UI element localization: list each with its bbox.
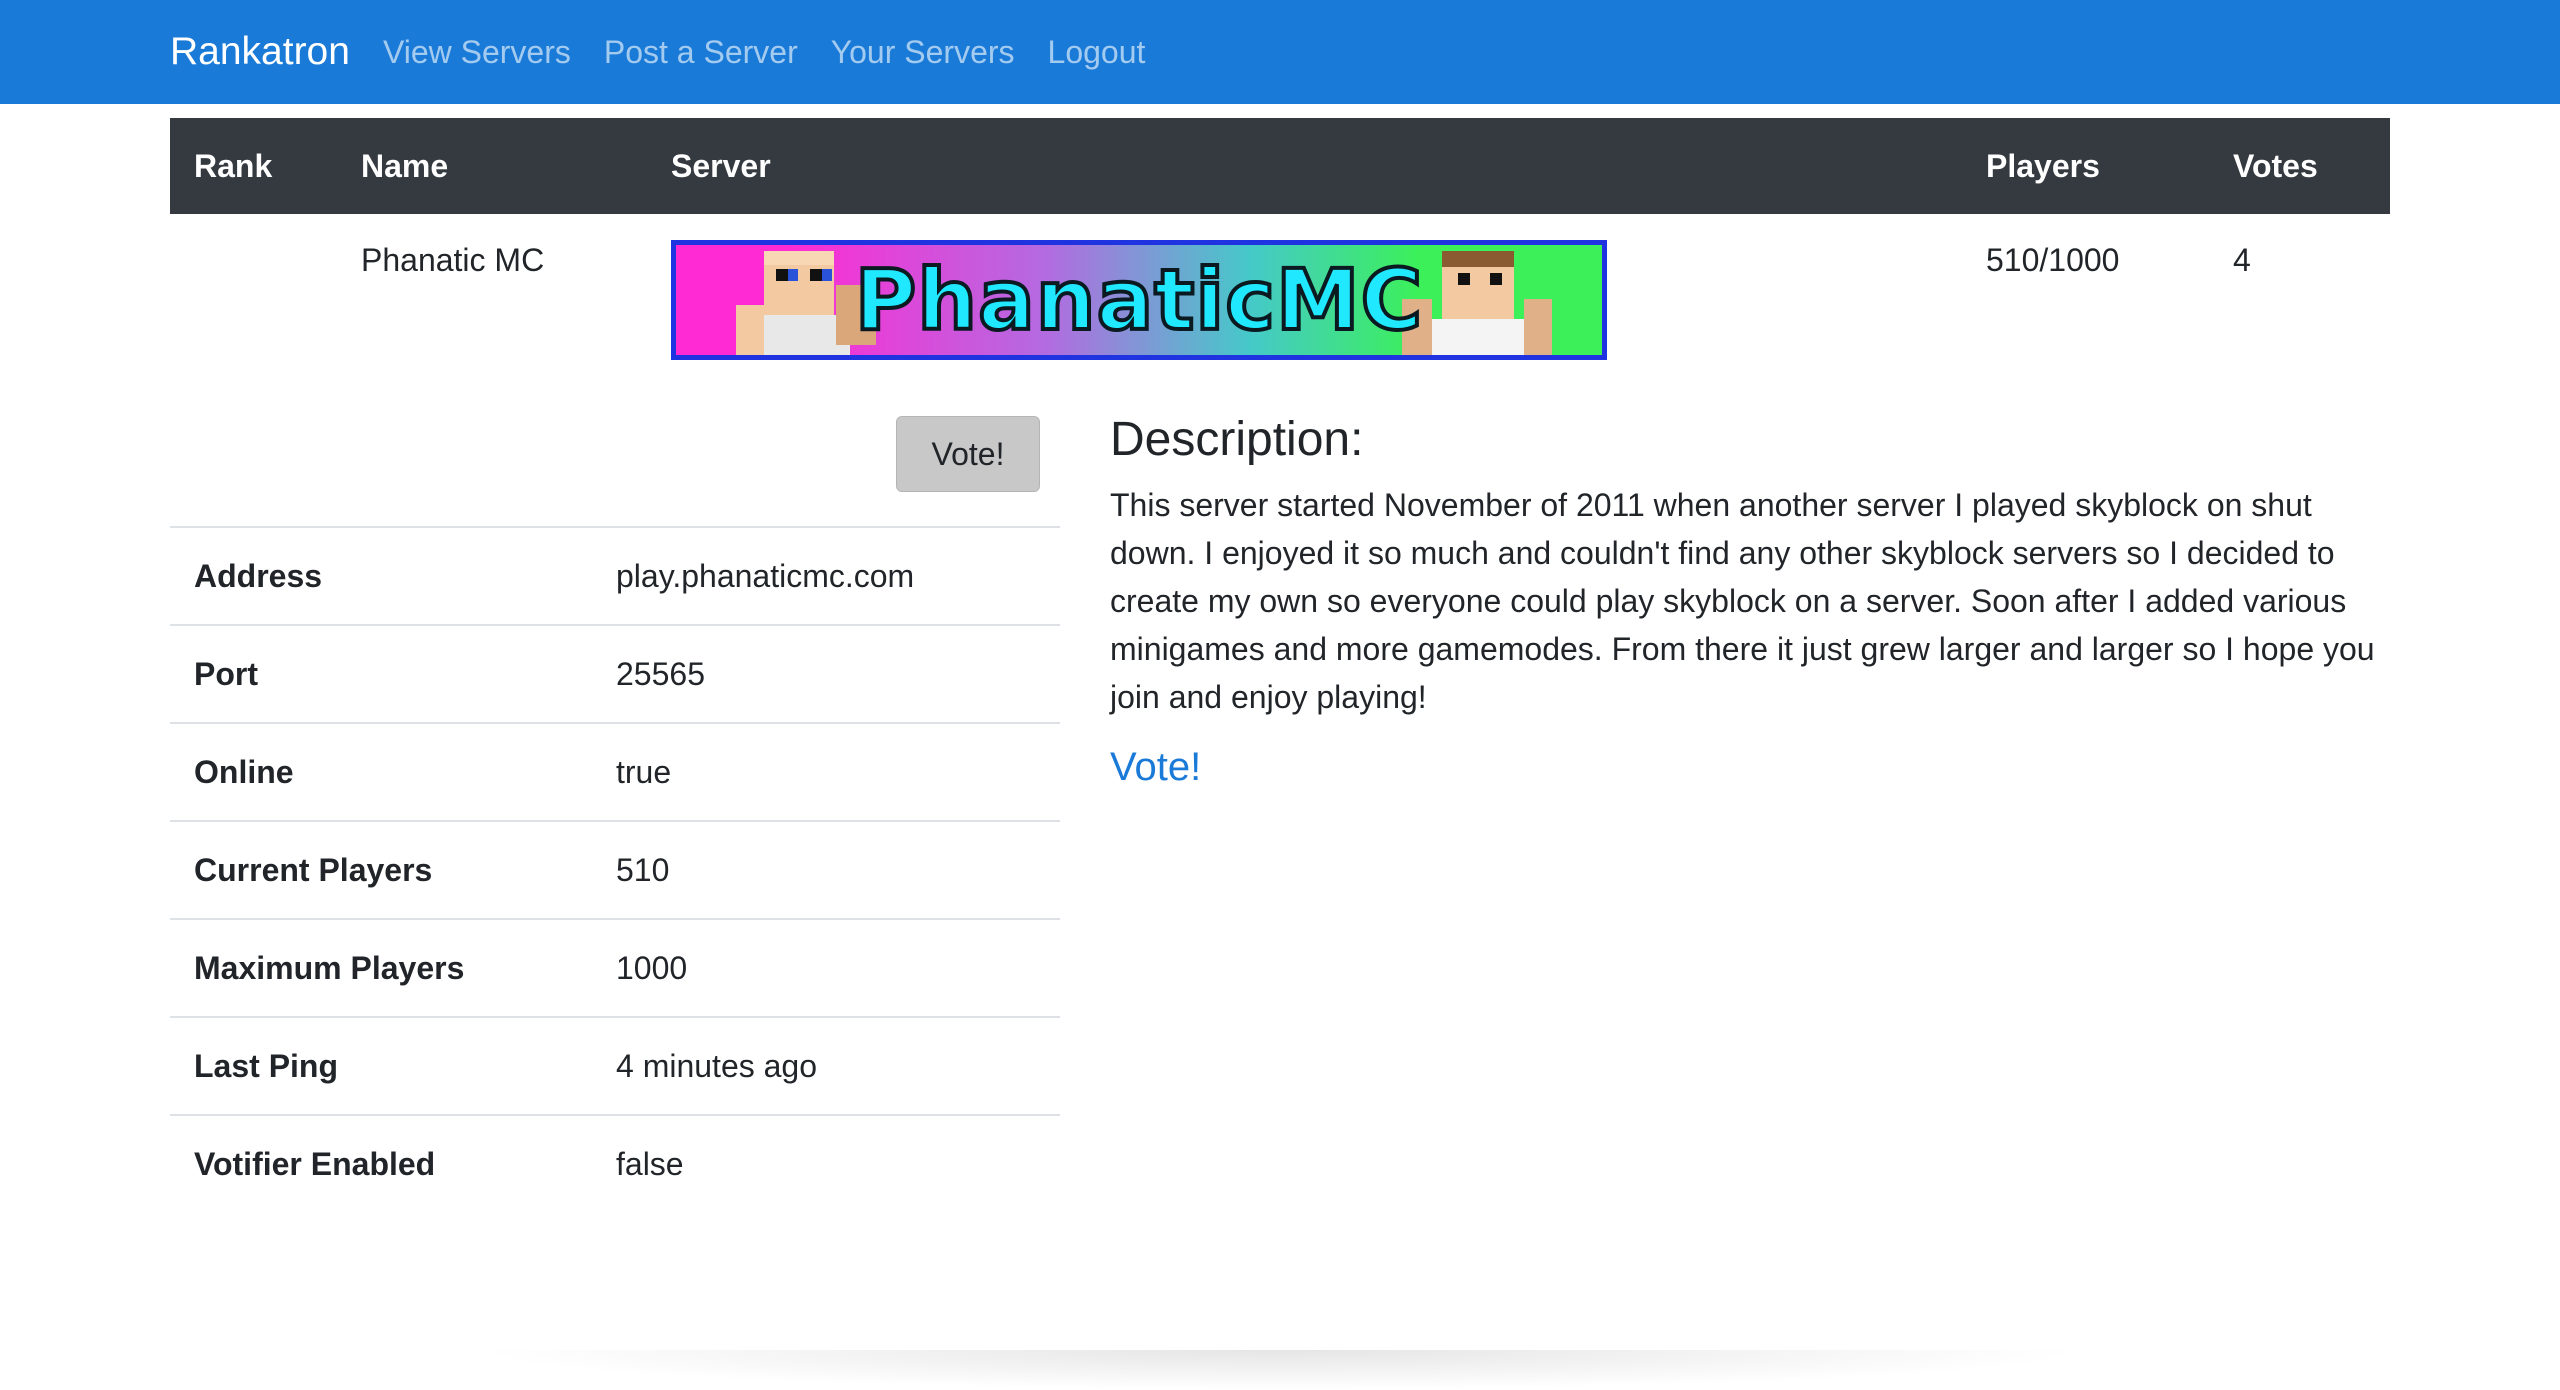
header-name: Name — [337, 118, 647, 214]
table-row: Votifier Enabled false — [170, 1114, 1060, 1213]
detail-value: play.phanaticmc.com — [592, 526, 1060, 625]
details-table: Address play.phanaticmc.com Port 25565 O… — [170, 526, 1060, 1213]
cell-name: Phanatic MC — [361, 242, 545, 278]
server-table-container: Rank Name Server Players Votes Phanatic … — [170, 118, 2390, 380]
header-server: Server — [647, 118, 1962, 214]
detail-value: 25565 — [592, 624, 1060, 723]
detail-value: 4 minutes ago — [592, 1016, 1060, 1115]
table-row: Current Players 510 — [170, 820, 1060, 919]
table-row: Maximum Players 1000 — [170, 918, 1060, 1017]
nav-your-servers[interactable]: Your Servers — [831, 34, 1015, 71]
server-details-section: Vote! Address play.phanaticmc.com Port 2… — [170, 413, 2390, 1213]
table-row: Phanatic MC PhanaticMC 510/1000 4 — [170, 214, 2390, 380]
detail-key: Online — [170, 722, 592, 821]
vote-button[interactable]: Vote! — [896, 416, 1040, 492]
cell-rank — [170, 214, 337, 380]
vote-row: Vote! — [170, 416, 1060, 526]
header-votes: Votes — [2209, 118, 2390, 214]
description-column: Description: This server started Novembe… — [1110, 413, 2390, 1213]
detail-key: Last Ping — [170, 1016, 592, 1115]
header-players: Players — [1962, 118, 2209, 214]
server-table: Rank Name Server Players Votes Phanatic … — [170, 118, 2390, 380]
detail-key: Address — [170, 526, 592, 625]
top-navbar: Rankatron View Servers Post a Server You… — [0, 0, 2560, 104]
detail-value: false — [592, 1114, 1060, 1213]
table-row: Address play.phanaticmc.com — [170, 526, 1060, 625]
character-skin-icon — [1402, 251, 1552, 355]
table-row: Last Ping 4 minutes ago — [170, 1016, 1060, 1115]
details-column: Vote! Address play.phanaticmc.com Port 2… — [170, 416, 1060, 1213]
description-text: This server started November of 2011 whe… — [1110, 487, 2375, 715]
cell-players: 510/1000 — [1986, 242, 2120, 278]
detail-value: 510 — [592, 820, 1060, 919]
detail-key: Current Players — [170, 820, 592, 919]
detail-value: true — [592, 722, 1060, 821]
vote-link[interactable]: Vote! — [1110, 745, 1201, 790]
nav-post-server[interactable]: Post a Server — [604, 34, 798, 71]
header-rank: Rank — [170, 118, 337, 214]
detail-key: Port — [170, 624, 592, 723]
server-banner-image: PhanaticMC — [671, 240, 1607, 360]
nav-logout[interactable]: Logout — [1048, 34, 1146, 71]
cell-server: PhanaticMC — [647, 214, 1962, 380]
table-row: Online true — [170, 722, 1060, 821]
detail-value: 1000 — [592, 918, 1060, 1017]
table-row: Port 25565 — [170, 624, 1060, 723]
detail-key: Votifier Enabled — [170, 1114, 592, 1213]
nav-view-servers[interactable]: View Servers — [383, 34, 571, 71]
bottom-shadow — [470, 1350, 2090, 1390]
banner-text: PhanaticMC — [853, 249, 1425, 351]
brand-link[interactable]: Rankatron — [170, 30, 350, 74]
table-header-row: Rank Name Server Players Votes — [170, 118, 2390, 214]
detail-key: Maximum Players — [170, 918, 592, 1017]
description-title: Description: — [1110, 413, 1364, 466]
cell-votes: 4 — [2233, 242, 2251, 278]
